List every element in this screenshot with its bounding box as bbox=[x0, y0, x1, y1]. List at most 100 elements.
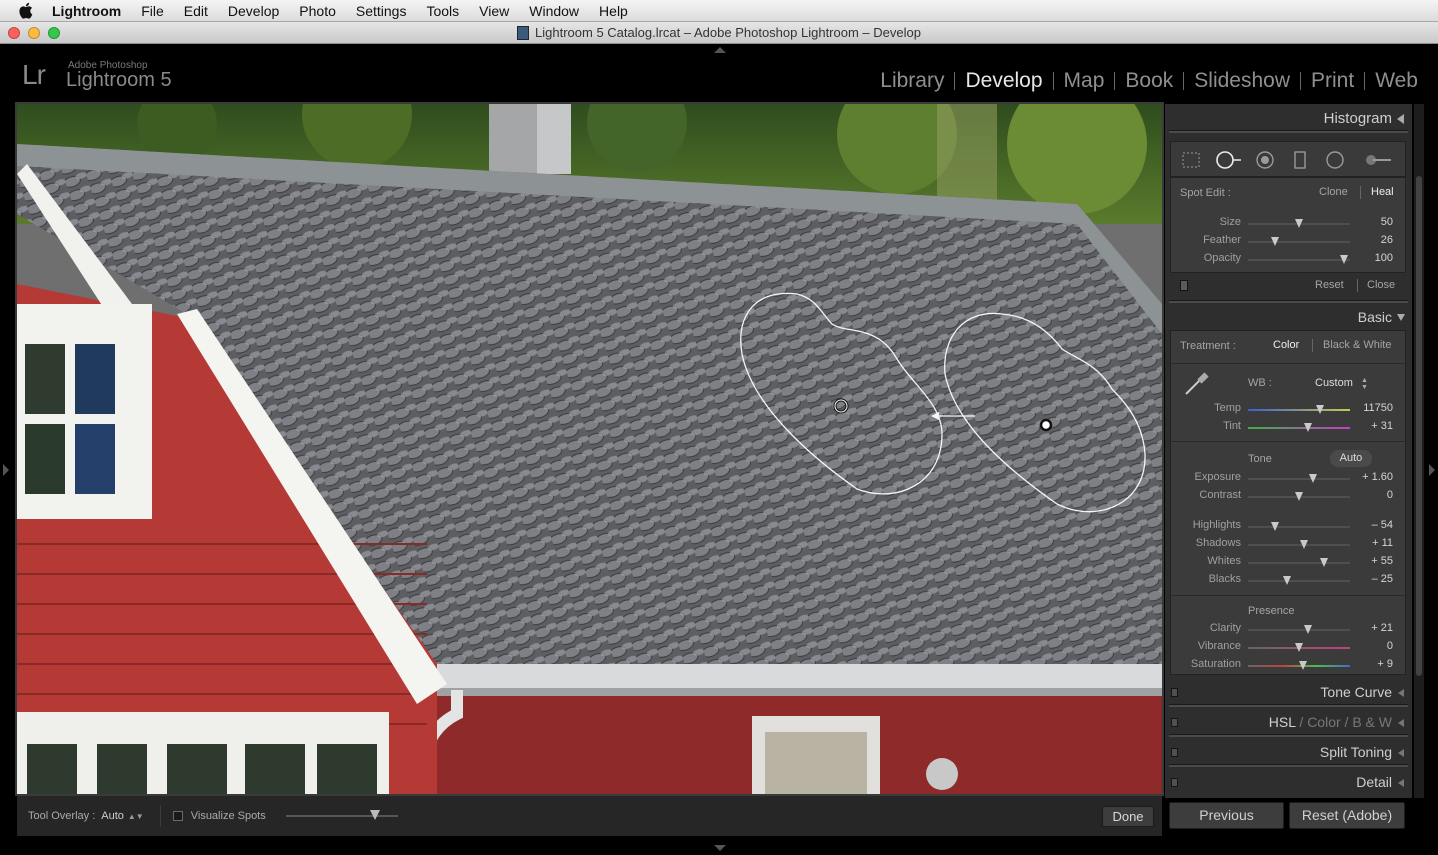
menu-help[interactable]: Help bbox=[599, 3, 628, 19]
expand-left-icon[interactable] bbox=[1398, 719, 1404, 727]
hsl-header[interactable]: HSL / Color / B & W bbox=[1165, 710, 1412, 736]
temp-slider[interactable] bbox=[1248, 405, 1350, 414]
slider-thumb[interactable] bbox=[1299, 661, 1307, 670]
updown-chevron-icon[interactable]: ▲▼ bbox=[128, 812, 144, 821]
menu-photo[interactable]: Photo bbox=[299, 3, 336, 19]
highlights-slider[interactable] bbox=[1248, 522, 1350, 531]
tool-overlay-select[interactable]: Auto bbox=[101, 810, 124, 822]
whites-value[interactable]: + 55 bbox=[1353, 555, 1393, 567]
shadows-value[interactable]: + 11 bbox=[1353, 537, 1393, 549]
close-window-button[interactable] bbox=[8, 27, 20, 39]
updown-chevron-icon[interactable]: ▲▼ bbox=[1361, 377, 1368, 391]
slider-thumb[interactable] bbox=[1295, 219, 1303, 228]
heal-mode-button[interactable]: Heal bbox=[1371, 186, 1394, 198]
done-button[interactable]: Done bbox=[1102, 806, 1154, 827]
highlights-value[interactable]: – 54 bbox=[1353, 519, 1393, 531]
tint-value[interactable]: + 31 bbox=[1353, 420, 1393, 432]
auto-tone-button[interactable]: Auto bbox=[1330, 450, 1372, 467]
vibrance-value[interactable]: 0 bbox=[1353, 640, 1393, 652]
collapse-right-panel-icon[interactable] bbox=[1429, 464, 1435, 476]
photo-canvas[interactable] bbox=[17, 104, 1162, 794]
expand-left-icon[interactable] bbox=[1398, 749, 1404, 757]
size-value[interactable]: 50 bbox=[1353, 216, 1393, 228]
shadows-slider[interactable] bbox=[1248, 540, 1350, 549]
module-book[interactable]: Book bbox=[1115, 69, 1183, 93]
minimize-window-button[interactable] bbox=[28, 27, 40, 39]
spot-reset-button[interactable]: Reset bbox=[1315, 279, 1344, 291]
expand-left-icon[interactable] bbox=[1398, 779, 1404, 787]
histogram-header[interactable]: Histogram bbox=[1165, 106, 1412, 132]
exposure-value[interactable]: + 1.60 bbox=[1353, 471, 1393, 483]
whites-slider[interactable] bbox=[1248, 558, 1350, 567]
saturation-slider[interactable] bbox=[1248, 661, 1350, 670]
collapse-down-icon[interactable] bbox=[1397, 314, 1405, 321]
tab-bw[interactable]: B & W bbox=[1352, 714, 1392, 730]
saturation-value[interactable]: + 9 bbox=[1353, 658, 1393, 670]
wb-select[interactable]: Custom bbox=[1315, 377, 1353, 389]
menu-view[interactable]: View bbox=[479, 3, 509, 19]
clone-mode-button[interactable]: Clone bbox=[1319, 186, 1348, 198]
opacity-value[interactable]: 100 bbox=[1353, 252, 1393, 264]
menu-settings[interactable]: Settings bbox=[356, 3, 407, 19]
opacity-slider[interactable] bbox=[1248, 255, 1350, 264]
expand-filmstrip-icon[interactable] bbox=[714, 845, 726, 851]
detail-header[interactable]: Detail bbox=[1165, 770, 1412, 796]
contrast-slider[interactable] bbox=[1248, 492, 1350, 501]
split-toning-header[interactable]: Split Toning bbox=[1165, 740, 1412, 766]
reset-adobe-button[interactable]: Reset (Adobe) bbox=[1289, 802, 1405, 829]
graduated-filter-icon[interactable] bbox=[1290, 150, 1310, 170]
menu-window[interactable]: Window bbox=[529, 3, 579, 19]
slider-thumb[interactable] bbox=[1271, 237, 1279, 246]
module-map[interactable]: Map bbox=[1054, 69, 1115, 93]
tool-toggle-switch[interactable] bbox=[1180, 280, 1188, 291]
collapse-left-icon[interactable] bbox=[1397, 114, 1404, 124]
feather-value[interactable]: 26 bbox=[1353, 234, 1393, 246]
menu-edit[interactable]: Edit bbox=[184, 3, 208, 19]
crop-overlay-icon[interactable] bbox=[1181, 150, 1201, 170]
tab-color[interactable]: Color bbox=[1307, 714, 1340, 730]
spot-removal-icon[interactable] bbox=[1215, 150, 1243, 170]
tint-slider[interactable] bbox=[1248, 423, 1350, 432]
clarity-slider[interactable] bbox=[1248, 625, 1350, 634]
slider-thumb[interactable] bbox=[1295, 643, 1303, 652]
exposure-slider[interactable] bbox=[1248, 474, 1350, 483]
slider-thumb[interactable] bbox=[1309, 474, 1317, 483]
slider-thumb[interactable] bbox=[1304, 423, 1312, 432]
slider-thumb[interactable] bbox=[1283, 576, 1291, 585]
apple-menu-icon[interactable] bbox=[18, 2, 34, 20]
blacks-slider[interactable] bbox=[1248, 576, 1350, 585]
slider-thumb[interactable] bbox=[1320, 558, 1328, 567]
panel-toggle-switch[interactable] bbox=[1171, 688, 1178, 697]
menu-develop[interactable]: Develop bbox=[228, 3, 279, 19]
panel-toggle-switch[interactable] bbox=[1171, 748, 1178, 757]
menu-tools[interactable]: Tools bbox=[426, 3, 459, 19]
slider-thumb[interactable] bbox=[369, 810, 380, 820]
red-eye-icon[interactable] bbox=[1255, 150, 1275, 170]
module-slideshow[interactable]: Slideshow bbox=[1184, 69, 1300, 93]
treatment-color-button[interactable]: Color bbox=[1273, 339, 1299, 351]
menu-app[interactable]: Lightroom bbox=[52, 3, 121, 19]
scroll-thumb[interactable] bbox=[1416, 176, 1422, 676]
expand-left-panel-icon[interactable] bbox=[3, 464, 9, 476]
treatment-bw-button[interactable]: Black & White bbox=[1323, 339, 1391, 351]
blacks-value[interactable]: – 25 bbox=[1353, 573, 1393, 585]
adjustment-brush-icon[interactable] bbox=[1363, 150, 1393, 170]
slider-thumb[interactable] bbox=[1340, 255, 1348, 264]
slider-thumb[interactable] bbox=[1271, 522, 1279, 531]
vibrance-slider[interactable] bbox=[1248, 643, 1350, 652]
menu-file[interactable]: File bbox=[141, 3, 164, 19]
basic-header[interactable]: Basic bbox=[1165, 305, 1412, 331]
slider-thumb[interactable] bbox=[1304, 625, 1312, 634]
zoom-window-button[interactable] bbox=[48, 27, 60, 39]
slider-thumb[interactable] bbox=[1316, 405, 1324, 414]
module-web[interactable]: Web bbox=[1365, 69, 1428, 93]
expand-left-icon[interactable] bbox=[1398, 689, 1404, 697]
spot-close-button[interactable]: Close bbox=[1367, 279, 1395, 291]
tab-hsl[interactable]: HSL bbox=[1269, 714, 1296, 730]
right-panel-scrollbar[interactable] bbox=[1414, 104, 1424, 798]
slider-thumb[interactable] bbox=[1300, 540, 1308, 549]
panel-toggle-switch[interactable] bbox=[1171, 778, 1178, 787]
white-balance-eyedropper-icon[interactable] bbox=[1181, 369, 1211, 399]
temp-value[interactable]: 11750 bbox=[1353, 402, 1393, 414]
collapse-top-panel-icon[interactable] bbox=[714, 47, 726, 53]
